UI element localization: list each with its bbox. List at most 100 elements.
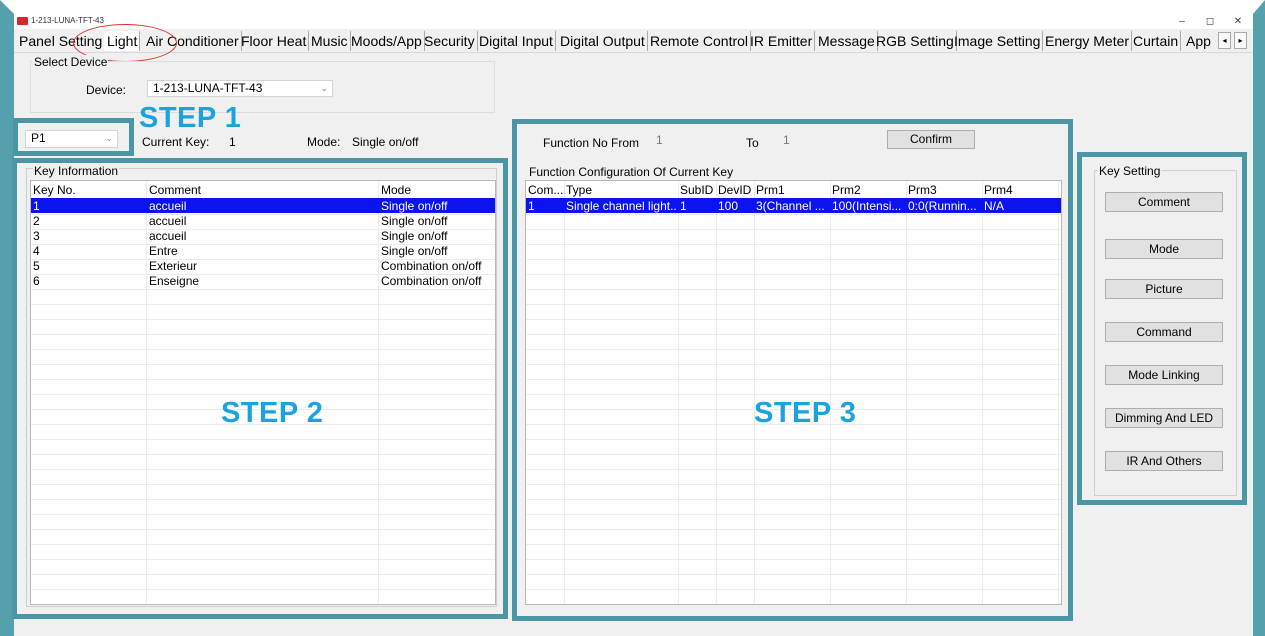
tab-scroll-right-button[interactable]: ▸ (1234, 32, 1247, 49)
row-divider (526, 559, 1061, 560)
table-cell: 1 (680, 199, 687, 213)
table-row[interactable]: 6 Enseigne Combination on/off (31, 274, 495, 289)
tab-scroll-left-button[interactable]: ◂ (1218, 32, 1231, 49)
row-divider (31, 589, 495, 590)
row-divider (526, 454, 1061, 455)
row-divider (526, 394, 1061, 395)
table-row[interactable]: 3 accueil Single on/off (31, 229, 495, 244)
row-divider (526, 499, 1061, 500)
device-select[interactable]: 1-213-LUNA-TFT-43 ⌄ (147, 80, 333, 97)
step2-label: STEP 2 (221, 397, 324, 429)
command-button[interactable]: Command (1105, 322, 1223, 342)
tab-app[interactable]: App (1183, 31, 1213, 51)
key-information-title: Key Information (33, 164, 120, 178)
minimize-button[interactable]: – (1168, 14, 1196, 29)
tab-floor-heat[interactable]: Floor Heat (238, 31, 310, 51)
column-header-comment[interactable]: Comment (149, 183, 201, 197)
table-row[interactable]: 5 Exterieur Combination on/off (31, 259, 495, 274)
row-divider (31, 229, 495, 230)
tab-security[interactable]: Security (421, 31, 478, 51)
table-row[interactable]: 1 accueil Single on/off (31, 199, 495, 214)
row-divider (526, 244, 1061, 245)
column-header-subid[interactable]: SubID (680, 183, 713, 197)
column-header-type[interactable]: Type (566, 183, 592, 197)
row-divider (526, 364, 1061, 365)
tab-digital-input[interactable]: Digital Input (476, 31, 556, 51)
tab-curtain[interactable]: Curtain (1130, 31, 1182, 51)
row-divider (526, 214, 1061, 215)
row-divider (31, 439, 495, 440)
row-divider (526, 529, 1061, 530)
row-divider (526, 604, 1061, 605)
table-row[interactable]: 1 Single channel light... 1 100 3(Channel ..… (526, 199, 1061, 214)
row-divider (526, 379, 1061, 380)
table-cell: Single on/off (381, 229, 448, 243)
row-divider (31, 304, 495, 305)
close-button[interactable]: ✕ (1224, 14, 1252, 29)
row-divider (526, 304, 1061, 305)
step3-label: STEP 3 (754, 397, 857, 429)
table-cell: Combination on/off (381, 259, 482, 273)
mode-linking-button[interactable]: Mode Linking (1105, 365, 1223, 385)
tab-rgb-setting[interactable]: RGB Setting (873, 31, 957, 51)
row-divider (31, 364, 495, 365)
tab-energy-meter[interactable]: Energy Meter (1042, 31, 1133, 51)
column-header-com[interactable]: Com... (528, 183, 563, 197)
column-header-prm3[interactable]: Prm3 (908, 183, 937, 197)
maximize-button[interactable]: ◻ (1196, 14, 1224, 29)
column-header-mode[interactable]: Mode (381, 183, 411, 197)
row-divider (31, 514, 495, 515)
tab-moods-app[interactable]: Moods/App (348, 31, 425, 51)
table-cell: 100 (718, 199, 739, 213)
row-divider (31, 454, 495, 455)
tab-image-setting[interactable]: Image Setting (951, 31, 1044, 51)
tab-message[interactable]: Message (815, 31, 878, 51)
table-cell: Enseigne (149, 274, 200, 288)
tab-digital-output[interactable]: Digital Output (557, 31, 648, 51)
table-cell: accueil (149, 229, 187, 243)
key-information-table[interactable]: Key No. Comment Mode 1 accueil Single on/o… (30, 180, 496, 605)
row-divider (31, 529, 495, 530)
column-header-devid[interactable]: DevID (718, 183, 751, 197)
column-header-key-no[interactable]: Key No. (33, 183, 76, 197)
row-divider (526, 334, 1061, 335)
current-key-value: 1 (229, 135, 236, 149)
column-header-prm2[interactable]: Prm2 (832, 183, 861, 197)
table-cell: Entre (149, 244, 178, 258)
table-row[interactable]: 4 Entre Single on/off (31, 244, 495, 259)
tab-remote-control[interactable]: Remote Control (647, 31, 752, 51)
row-divider (31, 484, 495, 485)
row-divider (31, 379, 495, 380)
app-icon (17, 17, 28, 25)
confirm-button[interactable]: Confirm (887, 130, 975, 149)
picture-button[interactable]: Picture (1105, 279, 1223, 299)
ir-and-others-button[interactable]: IR And Others (1105, 451, 1223, 471)
title-bar (14, 14, 1253, 29)
table-row[interactable]: 2 accueil Single on/off (31, 214, 495, 229)
table-cell: Exterieur (149, 259, 198, 273)
tab-ir-emitter[interactable]: IR Emitter (747, 31, 816, 51)
page-select[interactable]: P1 ⌄ (25, 130, 118, 148)
row-divider (31, 259, 495, 260)
row-divider (31, 574, 495, 575)
comment-button[interactable]: Comment (1105, 192, 1223, 212)
mode-button[interactable]: Mode (1105, 239, 1223, 259)
function-config-table[interactable]: Com... Type SubID DevID Prm1 Prm2 Prm3 P… (525, 180, 1062, 605)
row-divider (31, 469, 495, 470)
row-divider (31, 214, 495, 215)
function-from-input[interactable]: 1 (653, 133, 736, 149)
row-divider (31, 244, 495, 245)
tab-music[interactable]: Music (308, 31, 351, 51)
row-divider (526, 589, 1061, 590)
row-divider (31, 559, 495, 560)
row-divider (526, 229, 1061, 230)
function-to-label: To (746, 136, 759, 150)
row-divider (526, 349, 1061, 350)
function-to-input[interactable]: 1 (780, 133, 850, 149)
dimming-and-led-button[interactable]: Dimming And LED (1105, 408, 1223, 428)
table-cell: Single on/off (381, 244, 448, 258)
column-header-prm4[interactable]: Prm4 (984, 183, 1013, 197)
device-select-value: 1-213-LUNA-TFT-43 (153, 81, 263, 95)
table-cell: 6 (33, 274, 40, 288)
column-header-prm1[interactable]: Prm1 (756, 183, 785, 197)
